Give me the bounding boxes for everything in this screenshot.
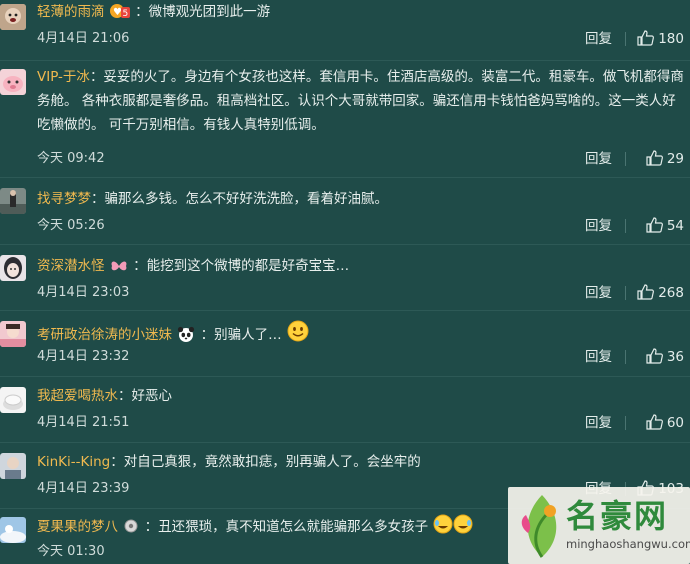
like-button[interactable]: 54 <box>646 215 684 237</box>
username[interactable]: VIP-于冰 <box>37 69 90 85</box>
divider <box>625 416 626 430</box>
like-count: 268 <box>658 285 684 301</box>
timestamp: 4月14日 23:39 <box>37 481 130 496</box>
divider <box>625 286 626 300</box>
reply-button[interactable]: 回复 <box>585 148 612 170</box>
avatar[interactable] <box>0 255 26 281</box>
like-count: 29 <box>666 151 684 167</box>
avatar[interactable] <box>0 453 26 479</box>
timestamp: 今天 01:30 <box>37 544 105 559</box>
username[interactable]: 考研政治徐涛的小迷妹 <box>37 327 172 343</box>
thumbs-up-icon <box>646 150 663 166</box>
like-count: 54 <box>666 218 684 234</box>
username[interactable]: KinKi--King <box>37 454 110 470</box>
comment-text: ：丑还猥琐，真不知道怎么就能骗那么多女孩子 <box>144 519 429 535</box>
timestamp: 4月14日 23:03 <box>37 285 130 300</box>
comment-item: 我超爱喝热水：好恶心 4月14日 21:51 回复 60 <box>0 377 690 442</box>
comment-text: ：能挖到这个微博的都是好奇宝宝… <box>133 258 350 274</box>
avatar[interactable] <box>0 4 26 30</box>
leaf-logo-icon <box>521 495 557 558</box>
like-button[interactable]: 36 <box>646 346 684 368</box>
reply-button[interactable]: 回复 <box>585 215 612 237</box>
reply-button[interactable]: 回复 <box>585 28 612 50</box>
timestamp: 4月14日 23:32 <box>37 349 130 364</box>
comment-text: ：好恶心 <box>118 388 172 404</box>
thumbs-up-icon <box>637 30 655 46</box>
avatar[interactable] <box>0 188 26 214</box>
thumbs-up-icon <box>646 217 663 233</box>
comment-item: VIP-于冰：妥妥的火了。身边有个女孩也这样。套信用卡。住酒店高级的。装富二代。… <box>0 61 690 177</box>
gear-icon <box>123 518 139 542</box>
username[interactable]: 我超爱喝热水 <box>37 388 118 404</box>
comment-item: 轻薄的雨滴 ♥ 5 ：微博观光团到此一游 4月14日 21:06 回复 180 <box>0 0 690 60</box>
reply-button[interactable]: 回复 <box>585 282 612 304</box>
reply-button[interactable]: 回复 <box>585 346 612 368</box>
timestamp: 今天 05:26 <box>37 218 105 233</box>
thumbs-up-icon <box>646 348 663 364</box>
like-button[interactable]: 60 <box>646 412 684 434</box>
comment-text: ：别骗人了… <box>200 327 282 343</box>
like-button[interactable]: 29 <box>646 148 684 170</box>
watermark-url: minghaoshangwu.com <box>566 537 690 551</box>
avatar[interactable] <box>0 517 26 543</box>
like-button[interactable]: 180 <box>637 28 684 50</box>
avatar[interactable] <box>0 69 26 95</box>
timestamp: 4月14日 21:51 <box>37 415 130 430</box>
comment-item: 资深潜水怪 ：能挖到这个微博的都是好奇宝宝… 4月14日 23:03 回复 26… <box>0 245 690 310</box>
vip-badge-icon: ♥ 5 <box>109 3 130 27</box>
laughing-crying-emoji-icon <box>433 514 473 542</box>
like-count: 60 <box>666 415 684 431</box>
avatar[interactable] <box>0 321 26 347</box>
butterfly-icon <box>110 257 128 281</box>
like-count: 36 <box>666 349 684 365</box>
divider <box>625 152 626 166</box>
comment-item: 考研政治徐涛的小迷妹 ：别骗人了… 4月14日 23:32 回复 36 <box>0 311 690 376</box>
divider <box>625 32 626 46</box>
thumbs-up-icon <box>637 284 655 300</box>
divider <box>625 219 626 233</box>
divider <box>625 350 626 364</box>
comment-text: ：妥妥的火了。身边有个女孩也这样。套信用卡。住酒店高级的。装富二代。租豪车。做飞… <box>37 69 684 133</box>
watermark: 名豪网 minghaoshangwu.com <box>508 487 690 564</box>
comment-text: ：对自己真狠，竟然敢扣痣，别再骗人了。会坐牢的 <box>110 454 421 470</box>
username[interactable]: 找寻梦梦 <box>37 191 91 207</box>
comment-text: ：骗那么多钱。怎么不好好洗洗脸，看着好油腻。 <box>91 191 388 207</box>
svg-text:5: 5 <box>122 9 128 19</box>
svg-text:♥: ♥ <box>113 7 122 18</box>
username[interactable]: 资深潜水怪 <box>37 258 105 274</box>
reply-button[interactable]: 回复 <box>585 412 612 434</box>
watermark-brand: 名豪网 <box>566 497 669 535</box>
username[interactable]: 轻薄的雨滴 <box>37 4 105 20</box>
avatar[interactable] <box>0 387 26 413</box>
comment-text: ：微博观光团到此一游 <box>135 4 271 20</box>
thumbs-up-icon <box>646 414 663 430</box>
timestamp: 4月14日 21:06 <box>37 31 130 46</box>
comment-item: 找寻梦梦：骗那么多钱。怎么不好好洗洗脸，看着好油腻。 今天 05:26 回复 5… <box>0 178 690 243</box>
username[interactable]: 夏果果的梦八 <box>37 519 118 535</box>
like-button[interactable]: 268 <box>637 282 684 304</box>
like-count: 180 <box>658 31 684 47</box>
timestamp: 今天 09:42 <box>37 151 105 166</box>
